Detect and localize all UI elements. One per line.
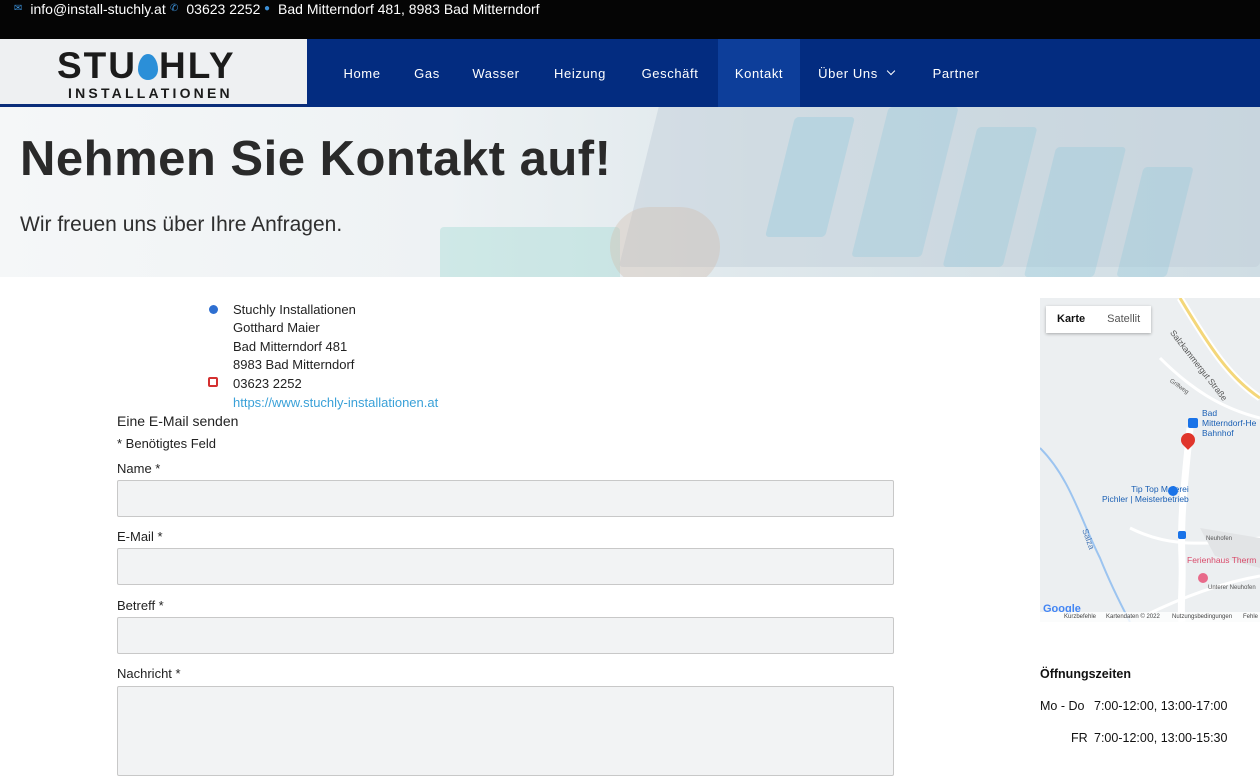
map-roads <box>1040 298 1260 622</box>
contact-person: Gotthard Maier <box>233 320 320 335</box>
contact-street: Bad Mitterndorf 481 <box>233 339 348 354</box>
topbar-email[interactable]: ✉ info@install-stuchly.at <box>14 0 166 17</box>
phone-icon <box>208 377 218 387</box>
page-title: Nehmen Sie Kontakt auf! <box>20 132 612 186</box>
nav-partner[interactable]: Partner <box>919 39 993 107</box>
nav-ueber-uns[interactable]: Über Uns <box>806 39 906 107</box>
mail-icon: ✉ <box>14 3 23 14</box>
lodging-pin-icon <box>1198 573 1208 583</box>
hero-hand <box>610 207 720 277</box>
train-station-icon <box>1188 418 1198 428</box>
nav-home[interactable]: Home <box>329 39 395 107</box>
email-label: E-Mail * <box>117 529 163 544</box>
chevron-down-icon <box>886 66 896 76</box>
business-pin-icon <box>1168 486 1178 496</box>
name-label: Name * <box>117 461 161 476</box>
water-drop-icon <box>138 54 158 80</box>
nav-heizung[interactable]: Heizung <box>539 39 621 107</box>
logo-subtitle: INSTALLATIONEN <box>68 85 233 101</box>
map-label-station: Bad Mitterndorf-He Bahnhof <box>1202 408 1257 438</box>
topbar-phone[interactable]: ✆ 03623 2252 <box>170 0 260 17</box>
contact-website-link[interactable]: https://www.stuchly-installationen.at <box>233 395 438 410</box>
contact-phone[interactable]: 03623 2252 <box>233 376 302 391</box>
opening-hours-title: Öffnungszeiten <box>1040 667 1131 681</box>
opening-hours-time: 7:00-12:00, 13:00-17:00 <box>1094 699 1228 713</box>
hero-decor <box>440 227 620 277</box>
address-icon <box>209 305 218 314</box>
logo-wordmark: STU HLY <box>57 45 236 86</box>
map-type-tabs: Karte Satellit <box>1046 306 1152 333</box>
opening-hours-day: Mo - Do <box>1040 699 1085 713</box>
map-label-neuhofen: Neuhofen <box>1206 536 1233 542</box>
site-logo[interactable]: STU HLY INSTALLATIONEN <box>0 39 307 107</box>
subject-input[interactable] <box>117 617 894 654</box>
main-navigation: Home Gas Wasser Heizung Geschäft Kontakt… <box>307 39 1260 107</box>
location-pin-icon: ● <box>264 3 271 14</box>
map-tab-satellit[interactable]: Satellit <box>1096 306 1151 333</box>
top-contact-bar: ✉ info@install-stuchly.at ✆ 03623 2252 ●… <box>0 0 1260 39</box>
required-field-note: * Benötigtes Feld <box>117 436 217 451</box>
bus-stop-icon <box>1178 531 1186 539</box>
contact-company: Stuchly Installationen <box>233 302 356 317</box>
map-label-holiday: Ferienhaus Therm <box>1187 555 1257 565</box>
nav-gas[interactable]: Gas <box>399 39 455 107</box>
nav-wasser[interactable]: Wasser <box>459 39 533 107</box>
subject-label: Betreff * <box>117 598 164 613</box>
opening-hours-time: 7:00-12:00, 13:00-15:30 <box>1094 731 1228 745</box>
name-input[interactable] <box>117 480 894 517</box>
map-label-unterer: Unterer Neuhofen <box>1208 585 1256 591</box>
nav-geschaeft[interactable]: Geschäft <box>627 39 713 107</box>
message-label: Nachricht * <box>117 666 181 681</box>
map-footer: Kurzbefehle Kartendaten © 2022 Nutzungsb… <box>1040 612 1260 622</box>
message-textarea[interactable] <box>117 686 894 776</box>
email-input[interactable] <box>117 548 894 585</box>
phone-icon: ✆ <box>170 3 179 14</box>
map-tab-karte[interactable]: Karte <box>1046 306 1096 333</box>
opening-hours-day: FR <box>1071 731 1088 745</box>
page-subtitle: Wir freuen uns über Ihre Anfragen. <box>20 213 343 236</box>
topbar-address: ● Bad Mitterndorf 481, 8983 Bad Mitternd… <box>264 0 540 17</box>
google-map[interactable]: Karte Satellit Salzkammergut Straße Gril… <box>1040 298 1260 622</box>
hero-banner: Nehmen Sie Kontakt auf! Wir freuen uns ü… <box>0 107 1260 277</box>
nav-kontakt[interactable]: Kontakt <box>718 39 800 107</box>
contact-city: 8983 Bad Mitterndorf <box>233 357 355 372</box>
form-heading: Eine E-Mail senden <box>117 413 239 429</box>
